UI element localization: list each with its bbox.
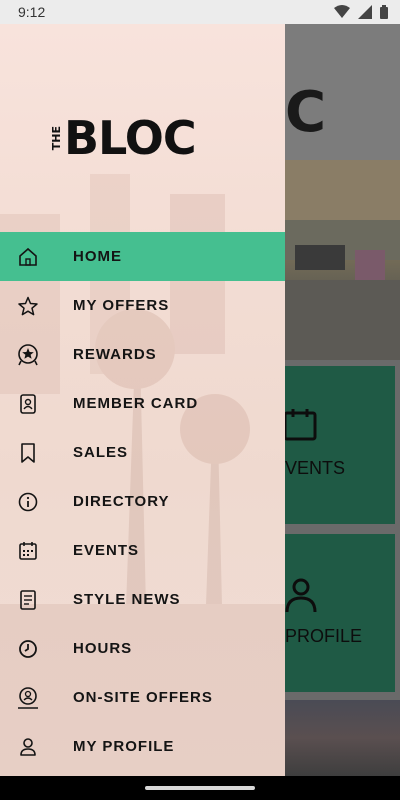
- calendar-icon: [285, 409, 317, 441]
- menu-item-member-card[interactable]: MEMBER CARD: [0, 379, 285, 428]
- menu-item-home[interactable]: HOME: [0, 232, 285, 281]
- calendar-icon: [14, 537, 42, 565]
- menu-item-rewards[interactable]: REWARDS: [0, 330, 285, 379]
- menu-item-label: MEMBER CARD: [73, 395, 199, 412]
- system-navigation-bar: [0, 776, 400, 800]
- menu-item-hours[interactable]: HOURS: [0, 624, 285, 673]
- background-events-label: VENTS: [285, 458, 346, 478]
- rewards-badge-icon: [14, 341, 42, 369]
- bookmark-icon: [14, 439, 42, 467]
- menu-item-label: EVENTS: [73, 542, 140, 559]
- clock-icon: [14, 635, 42, 663]
- background-events-tile: VENTS: [285, 366, 395, 524]
- info-icon: [14, 488, 42, 516]
- battery-icon: [380, 5, 388, 19]
- onsite-offer-icon: [14, 684, 42, 712]
- background-photo-bottom: [285, 700, 400, 776]
- brand-logo-prefix: THE: [50, 125, 63, 151]
- person-icon: [285, 578, 317, 613]
- menu-item-label: MY PROFILE: [73, 738, 175, 755]
- menu-item-label: REWARDS: [73, 346, 157, 363]
- menu-item-events[interactable]: EVENTS: [0, 526, 285, 575]
- star-icon: [14, 292, 42, 320]
- menu-item-label: HOURS: [73, 640, 133, 657]
- home-gesture-handle[interactable]: [145, 786, 255, 790]
- background-photo: [285, 160, 400, 360]
- menu-item-on-site-offers[interactable]: ON-SITE OFFERS: [0, 673, 285, 722]
- menu-item-style-news[interactable]: STYLE NEWS: [0, 575, 285, 624]
- menu-item-label: MY OFFERS: [73, 297, 170, 314]
- background-logo: C: [285, 80, 327, 145]
- status-time: 9:12: [18, 4, 46, 20]
- background-profile-tile: PROFILE: [285, 534, 395, 692]
- menu-item-label: HOME: [73, 248, 122, 265]
- article-icon: [14, 586, 42, 614]
- menu-item-label: ON-SITE OFFERS: [73, 689, 213, 706]
- status-bar: 9:12: [0, 0, 400, 24]
- navigation-drawer: THE BLOC HOME MY OFFERS REWARDS MEMBER C…: [0, 24, 285, 776]
- signal-icon: [358, 5, 372, 19]
- wifi-icon: [334, 5, 350, 18]
- background-profile-label: PROFILE: [285, 626, 363, 646]
- menu-item-directory[interactable]: DIRECTORY: [0, 477, 285, 526]
- home-icon: [14, 243, 42, 271]
- member-card-icon: [14, 390, 42, 418]
- menu-item-my-offers[interactable]: MY OFFERS: [0, 281, 285, 330]
- menu-item-my-profile[interactable]: MY PROFILE: [0, 722, 285, 771]
- menu-item-label: SALES: [73, 444, 129, 461]
- drawer-menu: HOME MY OFFERS REWARDS MEMBER CARD SALES: [0, 232, 285, 771]
- menu-item-sales[interactable]: SALES: [0, 428, 285, 477]
- menu-item-label: DIRECTORY: [73, 493, 170, 510]
- menu-item-label: STYLE NEWS: [73, 591, 181, 608]
- brand-logo: THE BLOC: [50, 111, 197, 165]
- brand-logo-name: BLOC: [64, 111, 197, 165]
- person-icon: [14, 733, 42, 761]
